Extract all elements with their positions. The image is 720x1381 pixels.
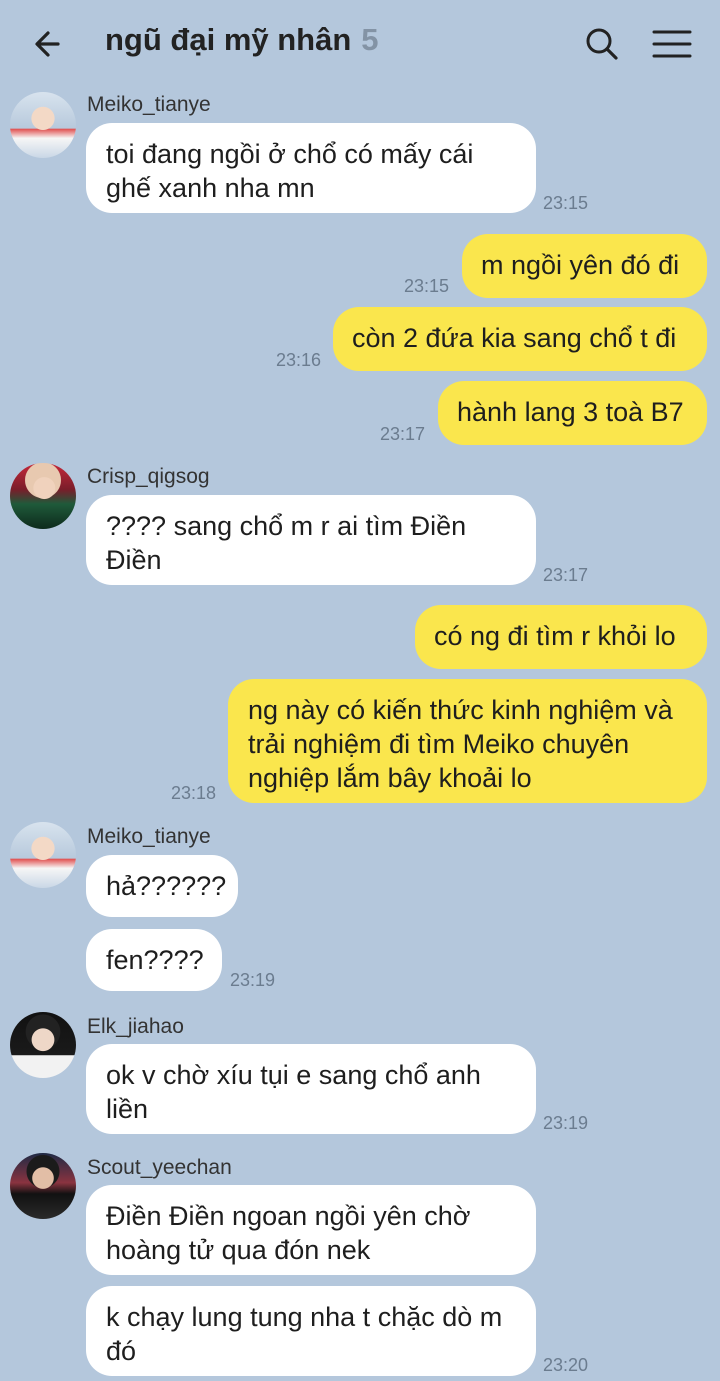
message-time: 23:17	[380, 424, 426, 444]
message-time: 23:20	[543, 1355, 589, 1375]
avatar[interactable]	[10, 1012, 76, 1078]
message-bubble[interactable]: fen????	[86, 929, 222, 991]
message-time: 23:19	[543, 1113, 589, 1133]
back-arrow-icon[interactable]	[28, 24, 72, 64]
message-time: 23:16	[276, 350, 322, 370]
message-time: 23:18	[171, 783, 217, 803]
message-bubble[interactable]: Điền Điền ngoan ngồi yên chờ hoàng tử qu…	[86, 1185, 536, 1275]
message-bubble[interactable]: hành lang 3 toà B7	[438, 381, 707, 445]
message-time: 23:19	[230, 970, 276, 990]
message-bubble[interactable]: ???? sang chổ m r ai tìm Điền Điền	[86, 495, 536, 585]
sender-name: Crisp_qigsog	[87, 465, 210, 488]
sender-name: Meiko_tianye	[87, 93, 211, 116]
sender-name: Elk_jiahao	[87, 1015, 184, 1038]
message-bubble[interactable]: toi đang ngồi ở chổ có mấy cái ghế xanh …	[86, 123, 536, 213]
search-icon[interactable]	[580, 22, 624, 66]
message-time: 23:15	[543, 193, 589, 213]
chat-header: ngũ đại mỹ nhân 5	[0, 0, 720, 88]
message-time: 23:17	[543, 565, 589, 585]
message-time: 23:15	[404, 276, 450, 296]
sender-name: Scout_yeechan	[87, 1156, 232, 1179]
chat-title: ngũ đại mỹ nhân 5	[105, 22, 379, 58]
avatar[interactable]	[10, 463, 76, 529]
message-bubble[interactable]: ng này có kiến thức kinh nghiệm và trải …	[228, 679, 707, 803]
message-bubble[interactable]: m ngồi yên đó đi	[462, 234, 707, 298]
message-bubble[interactable]: ok v chờ xíu tụi e sang chổ anh liền	[86, 1044, 536, 1134]
sender-name: Meiko_tianye	[87, 825, 211, 848]
message-bubble[interactable]: hả??????	[86, 855, 238, 917]
member-count: 5	[361, 22, 379, 57]
message-bubble[interactable]: có ng đi tìm r khỏi lo	[415, 605, 707, 669]
message-bubble[interactable]: k chạy lung tung nha t chặc dò m đó	[86, 1286, 536, 1376]
avatar[interactable]	[10, 1153, 76, 1219]
menu-icon[interactable]	[650, 24, 694, 64]
group-name: ngũ đại mỹ nhân	[105, 22, 352, 57]
avatar[interactable]	[10, 92, 76, 158]
message-bubble[interactable]: còn 2 đứa kia sang chổ t đi	[333, 307, 707, 371]
avatar[interactable]	[10, 822, 76, 888]
